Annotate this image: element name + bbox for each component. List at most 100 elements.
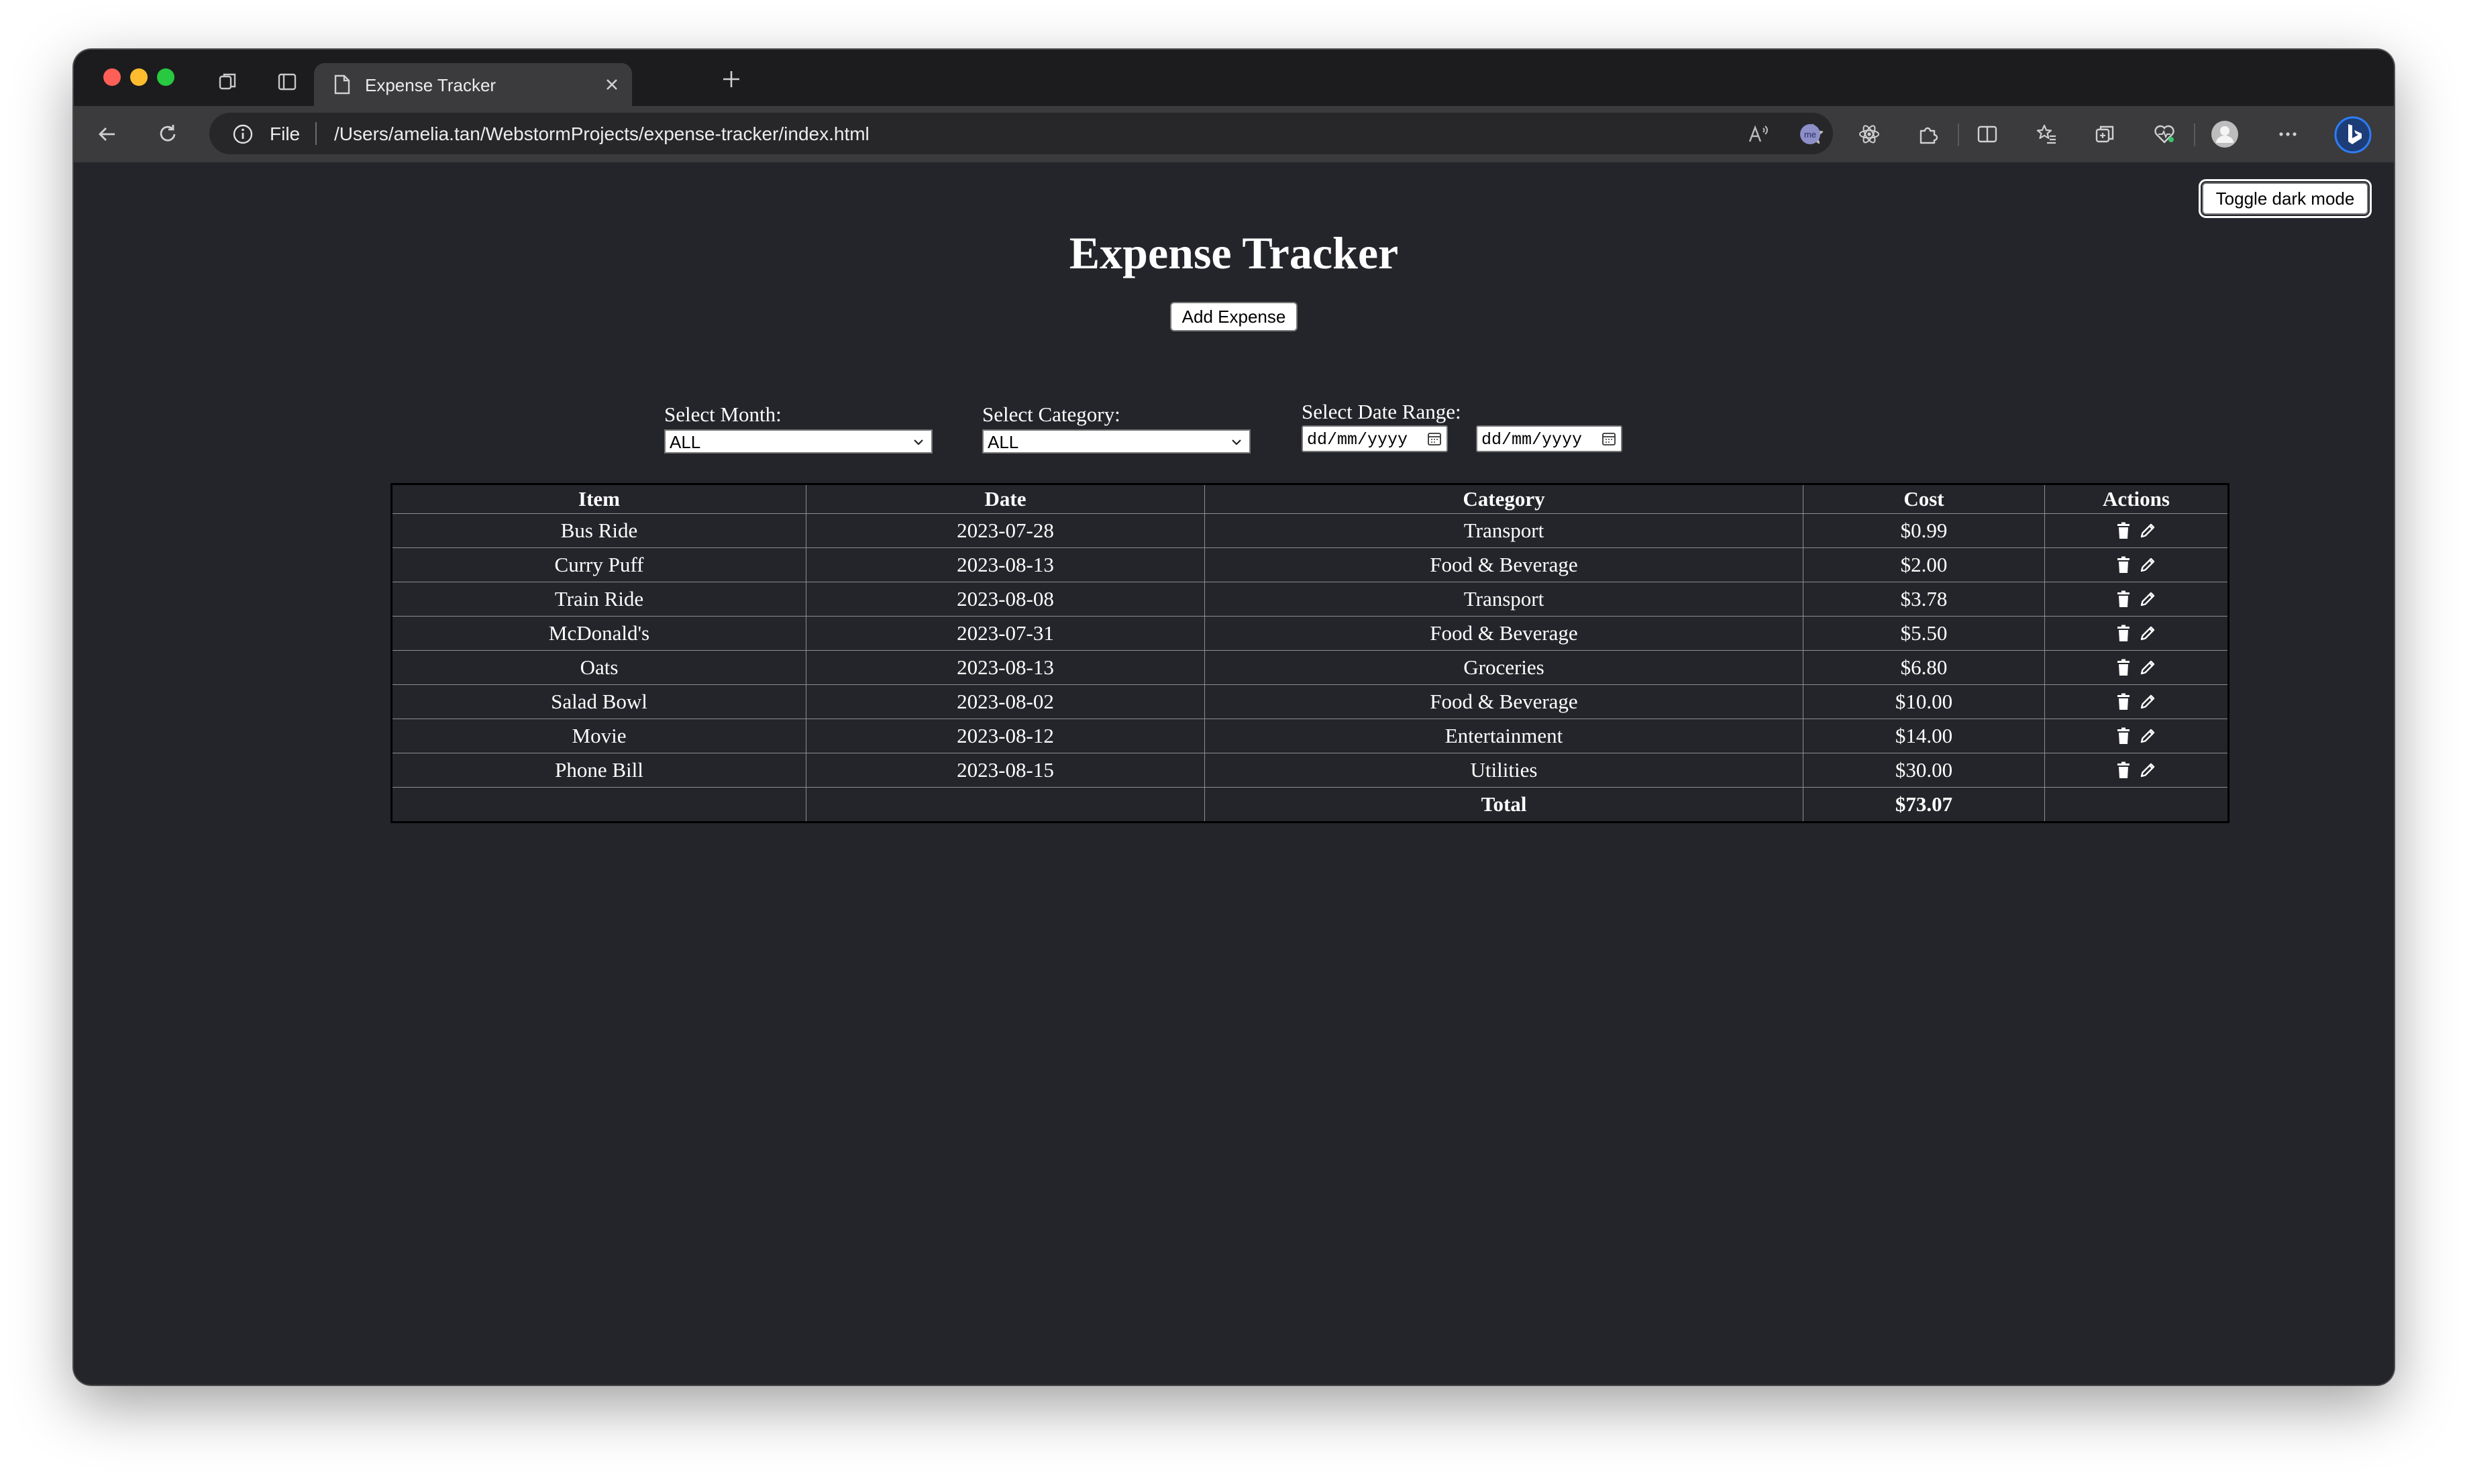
header-item[interactable]: Item <box>391 484 806 514</box>
category-filter-label: Select Category: <box>982 403 1120 426</box>
category-cell: Transport <box>1204 582 1803 617</box>
url-text[interactable]: /Users/amelia.tan/WebstormProjects/expen… <box>334 123 870 145</box>
browser-window: Expense Tracker File /Users/amelia.tan/W… <box>74 50 2394 1385</box>
pencil-icon[interactable] <box>2139 625 2156 642</box>
calendar-icon[interactable] <box>1601 431 1617 452</box>
pencil-icon[interactable] <box>2139 761 2156 779</box>
toggle-dark-mode-button[interactable]: Toggle dark mode <box>2199 179 2372 218</box>
read-aloud-icon[interactable] <box>1747 122 1771 146</box>
trash-icon[interactable] <box>2116 522 2131 539</box>
svg-text:me: me <box>1804 129 1816 140</box>
item-cell: Bus Ride <box>391 513 806 548</box>
tab-actions-icon[interactable] <box>275 70 299 94</box>
split-screen-icon[interactable] <box>1974 121 2001 148</box>
favorites-list-icon[interactable] <box>2033 121 2060 148</box>
trash-icon[interactable] <box>2116 727 2131 745</box>
browser-essentials-icon[interactable] <box>2151 121 2178 148</box>
extension-profile-icon[interactable]: me <box>1797 121 1824 148</box>
refresh-icon[interactable] <box>154 121 181 148</box>
close-window-button[interactable] <box>103 68 121 86</box>
workspaces-icon[interactable] <box>216 70 240 94</box>
minimize-window-button[interactable] <box>130 68 148 86</box>
back-icon[interactable] <box>94 121 121 148</box>
cost-cell: $30.00 <box>1803 753 2045 788</box>
date-cell: 2023-08-12 <box>806 719 1205 753</box>
react-devtools-icon[interactable] <box>1856 121 1883 148</box>
item-cell: Movie <box>391 719 806 753</box>
date-from-input[interactable]: dd/mm/yyyy <box>1302 425 1448 452</box>
category-select[interactable]: ALL <box>982 429 1251 454</box>
cost-cell: $0.99 <box>1803 513 2045 548</box>
pencil-icon[interactable] <box>2139 693 2156 710</box>
pencil-icon[interactable] <box>2139 727 2156 745</box>
total-empty-cell <box>2044 787 2229 823</box>
category-cell: Food & Beverage <box>1204 684 1803 719</box>
category-cell: Groceries <box>1204 650 1803 685</box>
profile-avatar-icon[interactable] <box>2210 119 2240 149</box>
header-cost[interactable]: Cost <box>1803 484 2045 514</box>
header-actions: Actions <box>2044 484 2229 514</box>
address-bar[interactable]: File /Users/amelia.tan/WebstormProjects/… <box>209 113 1833 154</box>
actions-cell <box>2044 753 2229 788</box>
trash-icon[interactable] <box>2116 625 2131 642</box>
date-range-label: Select Date Range: <box>1302 400 1461 423</box>
tab-title: Expense Tracker <box>365 75 496 95</box>
date-cell: 2023-08-08 <box>806 582 1205 617</box>
trash-icon[interactable] <box>2116 590 2131 608</box>
actions-cell <box>2044 616 2229 651</box>
trash-icon[interactable] <box>2116 693 2131 710</box>
trash-icon[interactable] <box>2116 761 2131 779</box>
pencil-icon[interactable] <box>2139 522 2156 539</box>
date-from-placeholder: dd/mm/yyyy <box>1307 430 1408 449</box>
category-cell: Entertainment <box>1204 719 1803 753</box>
calendar-icon[interactable] <box>1426 431 1442 452</box>
trash-icon[interactable] <box>2116 556 2131 574</box>
bing-copilot-icon[interactable] <box>2333 115 2372 154</box>
table-row: Salad Bowl 2023-08-02 Food & Beverage $10.0… <box>391 684 2229 719</box>
actions-cell <box>2044 513 2229 548</box>
cost-cell: $14.00 <box>1803 719 2045 753</box>
table-row: Movie 2023-08-12 Entertainment $14.00 <box>391 719 2229 753</box>
chevron-down-icon <box>911 433 926 454</box>
category-select-value: ALL <box>988 432 1019 452</box>
pencil-icon[interactable] <box>2139 590 2156 608</box>
collections-icon[interactable] <box>2092 121 2119 148</box>
extensions-puzzle-icon[interactable] <box>1915 121 1942 148</box>
header-category[interactable]: Category <box>1204 484 1803 514</box>
table-row: Curry Puff 2023-08-13 Food & Beverage $2.00 <box>391 547 2229 582</box>
close-tab-icon[interactable] <box>601 74 623 95</box>
item-cell: Train Ride <box>391 582 806 617</box>
new-tab-icon[interactable] <box>719 67 743 91</box>
cost-cell: $3.78 <box>1803 582 2045 617</box>
date-cell: 2023-08-15 <box>806 753 1205 788</box>
category-cell: Food & Beverage <box>1204 616 1803 651</box>
table-row: Bus Ride 2023-07-28 Transport $0.99 <box>391 513 2229 548</box>
add-expense-button[interactable]: Add Expense <box>1170 302 1298 331</box>
table-header-row: Item Date Category Cost Actions <box>391 484 2229 514</box>
pencil-icon[interactable] <box>2139 659 2156 676</box>
month-filter-label: Select Month: <box>664 403 782 426</box>
date-to-input[interactable]: dd/mm/yyyy <box>1476 425 1622 452</box>
chevron-down-icon <box>1229 433 1244 454</box>
header-date[interactable]: Date <box>806 484 1205 514</box>
active-tab[interactable]: Expense Tracker <box>314 63 632 106</box>
page-title: Expense Tracker <box>1069 227 1399 278</box>
actions-cell <box>2044 684 2229 719</box>
month-select-value: ALL <box>670 432 701 452</box>
total-row: Total $73.07 <box>391 787 2229 823</box>
month-select[interactable]: ALL <box>664 429 933 454</box>
page-content: Toggle dark mode Expense Tracker Add Exp… <box>74 162 2394 1385</box>
toolbar-divider <box>1958 123 1959 146</box>
pencil-icon[interactable] <box>2139 556 2156 574</box>
url-separator <box>315 122 317 145</box>
info-icon[interactable] <box>231 122 255 146</box>
url-scheme-label: File <box>270 123 301 144</box>
trash-icon[interactable] <box>2116 659 2131 676</box>
more-options-icon[interactable] <box>2274 121 2301 148</box>
tab-bar: Expense Tracker <box>74 50 2394 106</box>
date-cell: 2023-08-02 <box>806 684 1205 719</box>
actions-cell <box>2044 582 2229 617</box>
expense-table: Item Date Category Cost Actions Bus Ride… <box>390 483 2229 823</box>
maximize-window-button[interactable] <box>157 68 174 86</box>
item-cell: Oats <box>391 650 806 685</box>
